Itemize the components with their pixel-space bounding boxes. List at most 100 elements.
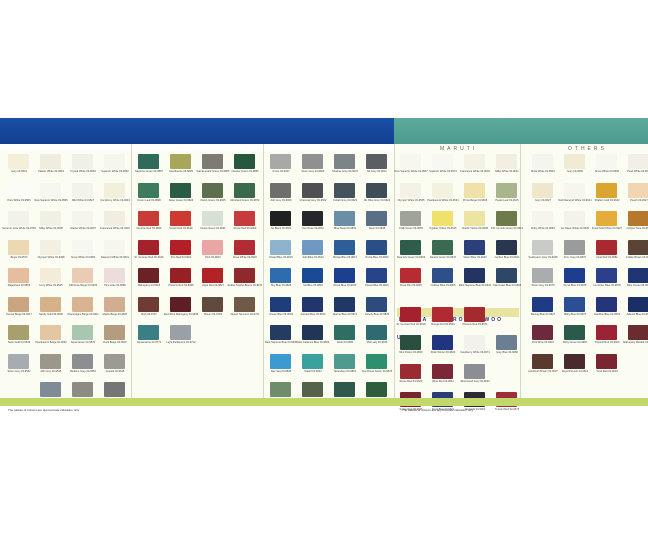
swatch-caption: Chilli Green 03-9655 bbox=[399, 227, 423, 230]
colour-swatch bbox=[596, 211, 617, 226]
swatch-caption: Ivory 03-9627 bbox=[535, 198, 551, 202]
colour-swatch bbox=[202, 154, 223, 169]
swatch-caption: Olympic White 03-9565 bbox=[397, 198, 425, 202]
swatch-caption: Medium Grey 03-9552 bbox=[70, 369, 96, 373]
colour-swatch bbox=[464, 154, 485, 169]
colour-swatch bbox=[532, 154, 553, 169]
colour-swatch bbox=[564, 268, 585, 283]
swatch-caption: Nino Superior White 03-9567 bbox=[394, 170, 428, 173]
swatch-caption: Mt Grey 03-9612 bbox=[367, 170, 387, 173]
swatch-caption: Mid Lady 03-9635 bbox=[366, 341, 388, 344]
colour-swatch bbox=[202, 182, 223, 198]
swatch-caption: Grey Blue 03-9680 bbox=[496, 351, 518, 354]
swatch-caption: Ivory 03-9501 bbox=[11, 170, 27, 173]
swatch-caption: Cobalt Grey 03-9623 bbox=[332, 198, 358, 202]
swatch-caption: Pastel Blue 03-9615 bbox=[269, 255, 293, 259]
colour-swatch bbox=[464, 239, 485, 255]
swatch-caption: Beige 03-9573 bbox=[10, 255, 28, 259]
colour-swatch bbox=[234, 211, 255, 226]
colour-swatch bbox=[40, 154, 61, 169]
colour-swatch bbox=[596, 182, 617, 198]
swatch-caption: St. German Red 03-9916 bbox=[134, 255, 164, 259]
colour-swatch bbox=[564, 182, 585, 198]
colour-swatch bbox=[532, 353, 553, 369]
swatch-caption: Rich 03-9727 bbox=[141, 312, 157, 316]
colour-swatch bbox=[334, 211, 355, 226]
colour-swatch bbox=[334, 382, 355, 397]
swatch-caption: Crystal White 03-9563 bbox=[70, 170, 96, 173]
swatch-caption: Mahogany Metallic 03-9604 bbox=[623, 341, 648, 344]
panel-divider bbox=[394, 144, 395, 406]
swatch-caption: Francesca White 03-9415 bbox=[100, 227, 130, 230]
swatch-caption: Aqua Green 03-9576 bbox=[70, 341, 96, 344]
colour-swatch bbox=[464, 335, 485, 350]
colour-swatch bbox=[72, 154, 93, 169]
swatch-caption: Rome Red 03-9623 bbox=[399, 379, 423, 383]
colour-swatch bbox=[104, 239, 125, 255]
colour-swatch bbox=[400, 268, 421, 283]
colour-swatch bbox=[234, 182, 255, 198]
colour-swatch bbox=[104, 211, 125, 226]
colour-swatch bbox=[202, 268, 223, 283]
colour-swatch bbox=[496, 154, 517, 169]
swatch-caption: Blue Ocean 03-9632 bbox=[627, 284, 648, 287]
colour-swatch bbox=[104, 325, 125, 340]
swatch-caption: Rome Red 03-9903 bbox=[233, 227, 257, 230]
colour-swatch bbox=[138, 211, 159, 226]
swatch-caption: Mahogany 03-9915 bbox=[137, 284, 161, 287]
colour-swatch bbox=[40, 239, 61, 255]
colour-swatch bbox=[334, 268, 355, 283]
colour-swatch bbox=[596, 154, 617, 169]
colour-swatch bbox=[432, 154, 453, 169]
swatch-caption: Caspberry White 03-9674 bbox=[460, 351, 490, 354]
swatch-caption: Blue Steel 03-9803 bbox=[333, 227, 357, 230]
colour-swatch bbox=[334, 154, 355, 169]
header-band-teal bbox=[394, 118, 648, 144]
colour-swatch bbox=[564, 353, 585, 369]
colour-swatch bbox=[104, 353, 125, 369]
swatch-caption: Sea Breeze 03-9825 bbox=[169, 170, 193, 173]
swatch-caption: Royal Blue 03-9013 bbox=[333, 284, 357, 287]
swatch-caption: Polar Winter 03-9603 bbox=[430, 351, 456, 354]
swatch-caption: Francesca White 03-9604 bbox=[460, 170, 490, 173]
swatch-caption: Granite 03-9645 bbox=[105, 369, 125, 373]
swatch-caption: Atlantic Blue 03-9613 bbox=[626, 312, 648, 316]
colour-swatch bbox=[72, 325, 93, 340]
swatch-caption: Ice Shirer Blue 03-9678 bbox=[593, 284, 621, 287]
colour-swatch bbox=[496, 182, 517, 198]
colour-swatch bbox=[202, 211, 223, 226]
swatch-caption: Marlin Beige 03-9567 bbox=[102, 312, 128, 316]
swatch-caption: Mild White 03-9527 bbox=[71, 198, 95, 202]
swatch-caption: Rajasthani 03-9553 bbox=[7, 284, 31, 287]
colour-swatch bbox=[564, 154, 585, 169]
swatch-caption: Dark Cadence Blue 03-9606 bbox=[296, 341, 330, 344]
colour-swatch bbox=[496, 239, 517, 255]
swatch-caption: R.G Red 03-9910 bbox=[170, 255, 192, 259]
swatch-caption: Ivory 03-9500 bbox=[567, 170, 583, 173]
colour-swatch bbox=[8, 296, 29, 312]
swatch-caption: Copper Tone 03-9621 bbox=[626, 227, 648, 230]
swatch-caption: Superior White 03-9632 bbox=[101, 170, 129, 173]
swatch-caption: Sunset Beige 03-9617 bbox=[6, 312, 32, 316]
swatch-caption: Racing Blue 03-9627 bbox=[530, 312, 556, 316]
colour-swatch bbox=[628, 211, 648, 226]
colour-swatch bbox=[532, 239, 553, 255]
swatch-caption: Prima Beige 03-9606 bbox=[462, 198, 488, 202]
swatch-caption: Phoenix Red 03-9925 bbox=[168, 284, 194, 287]
colour-swatch bbox=[170, 154, 191, 169]
swatch-caption: Sky Blue 03-9825 bbox=[270, 284, 292, 287]
swatch-caption: Greenie Red 03-9806 bbox=[136, 227, 162, 230]
swatch-caption: Champagne Beige 03-9611 bbox=[67, 312, 99, 316]
swatch-caption: Hardline Blue 03-9643 bbox=[594, 312, 620, 316]
swatch-caption: Satin Gold 03-9549 bbox=[7, 341, 31, 344]
swatch-caption: Persil Blue 03-9635 bbox=[563, 284, 587, 287]
colour-swatch bbox=[72, 382, 93, 397]
colour-swatch bbox=[628, 239, 648, 255]
panel-divider bbox=[263, 144, 264, 406]
panel-divider bbox=[520, 144, 521, 406]
colour-swatch bbox=[202, 296, 223, 312]
colour-swatch bbox=[270, 268, 291, 283]
colour-swatch bbox=[400, 211, 421, 226]
colour-swatch bbox=[270, 353, 291, 369]
colour-swatch bbox=[138, 154, 159, 169]
